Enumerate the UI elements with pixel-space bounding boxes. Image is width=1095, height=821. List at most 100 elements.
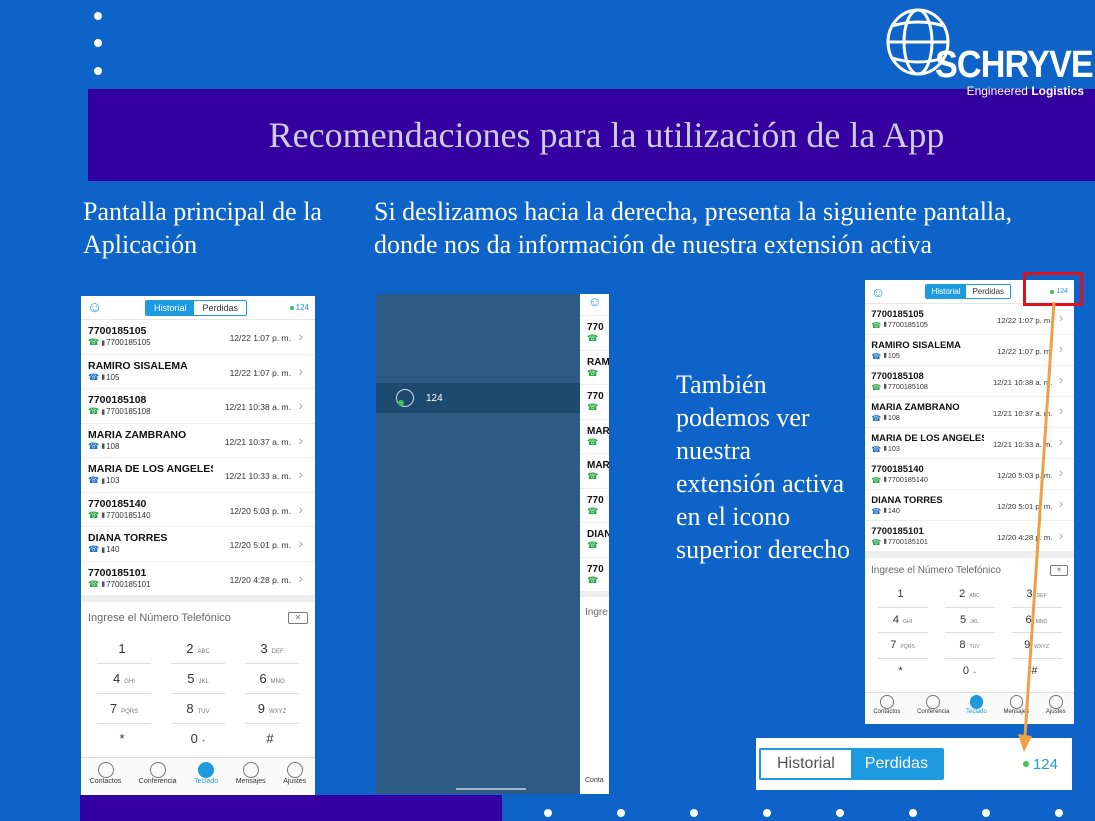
dial-key[interactable]: 7 PQRS xyxy=(877,633,928,659)
dial-digit: 3 xyxy=(260,641,268,656)
tab-historial[interactable]: Historial xyxy=(925,285,967,298)
caller-number: 7700185140 xyxy=(887,475,928,485)
backspace-icon[interactable]: ✕ xyxy=(1050,564,1068,576)
phone-call-icon: ☎ xyxy=(88,475,100,486)
dial-key[interactable]: # xyxy=(245,724,299,754)
nav-item-ajustes[interactable]: Ajustes xyxy=(1046,695,1066,722)
bullet-dot xyxy=(94,67,102,75)
dial-key[interactable]: 8 TUV xyxy=(171,694,225,724)
tab-perdidas[interactable]: Perdidas xyxy=(966,285,1011,298)
call-row[interactable]: RAMIRO SISALEMA ☎ ▮ 105 12/22 1:07 p. m. › xyxy=(865,335,1074,367)
dial-key[interactable]: 3 DEF xyxy=(1011,582,1062,608)
dial-digit: * xyxy=(119,731,125,746)
dial-key[interactable]: 4 GHI xyxy=(97,664,151,694)
dial-key[interactable]: 9 WXYZ xyxy=(1011,633,1062,659)
call-row[interactable]: 7700185101 ☎ ▮ 7700185101 12/20 4:28 p. m. › xyxy=(81,562,315,596)
dial-key[interactable]: 1 xyxy=(877,582,928,608)
bullet-dot xyxy=(544,809,552,817)
zoom-tab-perdidas[interactable]: Perdidas xyxy=(850,750,942,778)
call-row[interactable]: DIANA TORRES ☎ ▮ 140 12/20 5:01 p. m. › xyxy=(81,527,315,562)
dial-digit: # xyxy=(266,731,274,746)
zoom-tab-historial[interactable]: Historial xyxy=(761,750,851,778)
nav-item-contactos[interactable]: Contactos xyxy=(90,762,121,793)
dial-key[interactable]: 8 TUV xyxy=(944,633,995,659)
dial-key[interactable]: 1 xyxy=(97,634,151,664)
caller-number: 7700185105 xyxy=(106,338,151,348)
call-row[interactable]: MARIA ZAMBRANO ☎ ▮ 108 12/21 10:37 a. m. › xyxy=(865,397,1074,429)
call-row[interactable]: RAMIRO SISALEMA ☎ ▮ 105 12/22 1:07 p. m. › xyxy=(81,355,315,389)
call-info: 7700185140 ☎ ▮ 7700185140 xyxy=(871,464,928,485)
backspace-icon[interactable]: ✕ xyxy=(288,612,308,624)
dial-key[interactable]: 4 GHI xyxy=(877,608,928,634)
nav-item-mensajes[interactable]: Mensajes xyxy=(1004,695,1029,722)
call-row[interactable]: 7700185108 ☎ ▮ 7700185108 12/21 10:38 a. m. › xyxy=(81,389,315,424)
phone-call-icon: ☎ xyxy=(587,436,599,447)
dial-key[interactable]: 2 ABC xyxy=(944,582,995,608)
user-icon[interactable]: ☺ xyxy=(871,284,885,300)
call-row[interactable]: DIANA TORRES ☎ ▮ 140 12/20 5:01 p. m. › xyxy=(865,490,1074,522)
dial-input[interactable]: Ingrese el Número Telefónico ✕ xyxy=(865,552,1074,582)
peek-row: 770 ☎ xyxy=(580,385,609,420)
dial-key[interactable]: 5 JKL xyxy=(171,664,225,694)
call-sub: ☎ ▮ 140 xyxy=(88,544,167,555)
nav-item-teclado[interactable]: Teclado xyxy=(966,695,987,722)
dial-key[interactable]: 3 DEF xyxy=(245,634,299,664)
call-row[interactable]: 7700185108 ☎ ▮ 7700185108 12/21 10:38 a. m. › xyxy=(865,366,1074,398)
nav-item-teclado[interactable]: Teclado xyxy=(194,762,218,793)
chevron-right-icon: › xyxy=(1059,528,1064,543)
tab-perdidas[interactable]: Perdidas xyxy=(194,300,246,315)
caller-number: 7700185108 xyxy=(887,382,928,392)
extension-indicator[interactable]: 124 xyxy=(289,303,309,312)
phone-call-icon: ☎ xyxy=(587,471,599,481)
mic-icon: ▮ xyxy=(101,546,106,554)
dial-key[interactable]: 5 JKL xyxy=(944,608,995,634)
call-row[interactable]: 7700185101 ☎ ▮ 7700185101 12/20 4:28 p. m. › xyxy=(865,521,1074,553)
dial-key[interactable]: # xyxy=(1012,659,1062,685)
history-tabs: Historial Perdidas xyxy=(924,284,1012,299)
nav-item-mensajes[interactable]: Mensajes xyxy=(236,762,266,793)
call-sub: ☎ ▮ 7700185108 xyxy=(871,382,928,392)
caller-number: 108 xyxy=(887,413,900,423)
history-tabs: Historial Perdidas xyxy=(144,299,247,316)
tab-historial[interactable]: Historial xyxy=(145,300,195,315)
dial-key[interactable]: * xyxy=(878,659,928,685)
call-row[interactable]: 7700185105 ☎ ▮ 7700185105 12/22 1:07 p. m. › xyxy=(81,320,315,355)
call-date: 12/22 1:07 p. m. xyxy=(997,315,1053,325)
user-icon[interactable]: ☺ xyxy=(87,299,102,316)
dial-key[interactable]: 6 MNO xyxy=(1011,608,1062,634)
phone-call-icon: ☎ xyxy=(871,475,882,485)
dial-key[interactable]: 7 PQRS xyxy=(97,694,151,724)
call-sub: ☎ ▮ 7700185140 xyxy=(871,475,928,485)
dial-key[interactable]: 6 MNO xyxy=(245,664,299,694)
call-row[interactable]: 7700185140 ☎ ▮ 7700185140 12/20 5:03 p. m. › xyxy=(865,459,1074,491)
drawer-extension-row[interactable]: 124 xyxy=(376,383,580,413)
bottom-nav: Contactos Conferencia Teclado Mensajes Ajust… xyxy=(81,757,315,793)
peek-row: 770 ☎ xyxy=(580,489,609,523)
call-row[interactable]: MARIA DE LOS ANGELES... ☎ ▮ 103 12/21 10:33 … xyxy=(81,458,315,493)
bullet-dot xyxy=(1055,809,1063,817)
call-row[interactable]: 7700185105 ☎ ▮ 7700185105 12/22 1:07 p. m. › xyxy=(865,304,1074,336)
call-row[interactable]: MARIA DE LOS ANGELES... ☎ ▮ 103 12/21 10:33 … xyxy=(865,428,1074,460)
dial-key[interactable]: 9 WXYZ xyxy=(245,694,299,724)
mic-icon: ▮ xyxy=(101,512,106,520)
nav-item-ajustes[interactable]: Ajustes xyxy=(283,762,306,793)
dial-input[interactable]: Ingrese el Número Telefónico ✕ xyxy=(81,596,315,634)
caller-name: DIANA TORRES xyxy=(871,494,943,506)
call-row[interactable]: 7700185140 ☎ ▮ 7700185140 12/20 5:03 p. m. › xyxy=(81,493,315,527)
conference-icon xyxy=(926,695,941,709)
dial-key[interactable]: * xyxy=(97,724,151,754)
contacts-icon xyxy=(97,762,114,778)
call-row[interactable]: MARIA ZAMBRANO ☎ ▮ 108 12/21 10:37 a. m. › xyxy=(81,424,315,458)
bullet-dot xyxy=(909,809,917,817)
nav-item-conferencia[interactable]: Conferencia xyxy=(917,695,949,722)
nav-item-conferencia[interactable]: Conferencia xyxy=(139,762,177,793)
nav-label: Ajustes xyxy=(1045,708,1066,715)
call-info: 7700185140 ☎ ▮ 7700185140 xyxy=(88,498,151,521)
dial-key[interactable]: 0 + xyxy=(945,659,995,685)
chevron-right-icon: › xyxy=(298,466,303,482)
dial-key[interactable]: 0 + xyxy=(171,724,225,754)
nav-item-contactos[interactable]: Contactos xyxy=(873,695,900,722)
highlight-box xyxy=(1023,272,1083,306)
dial-key[interactable]: 2 ABC xyxy=(171,634,225,664)
mic-icon: ▮ xyxy=(883,352,887,360)
